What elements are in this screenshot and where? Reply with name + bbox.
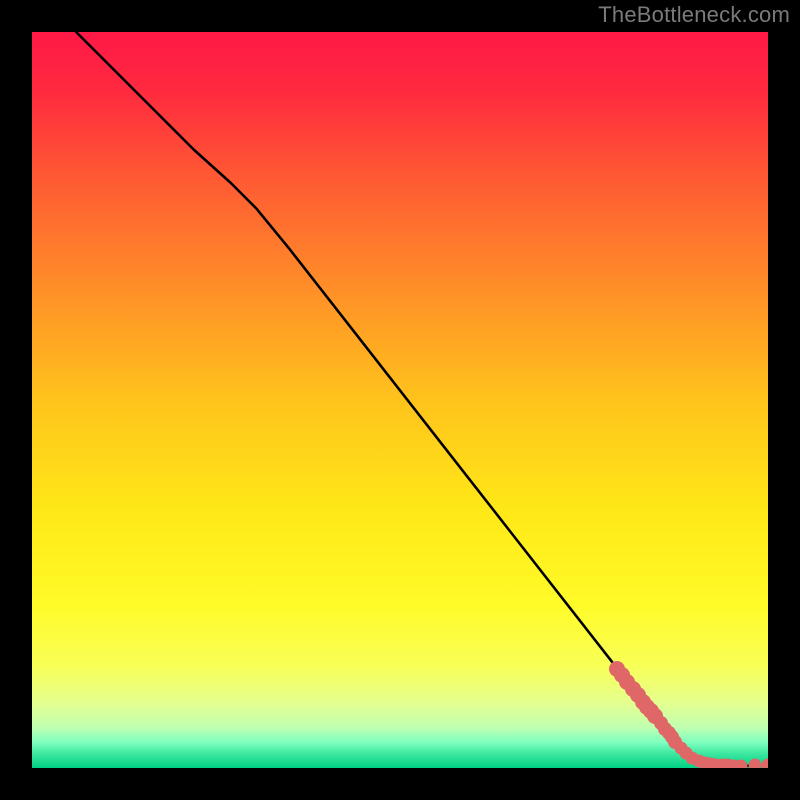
plot-area [32,32,768,768]
curve-layer [32,32,768,768]
data-point [734,759,747,768]
main-curve [76,32,753,766]
data-point [762,759,769,768]
data-point [748,759,761,768]
attribution-label: TheBottleneck.com [598,2,790,28]
chart-frame: TheBottleneck.com [0,0,800,800]
